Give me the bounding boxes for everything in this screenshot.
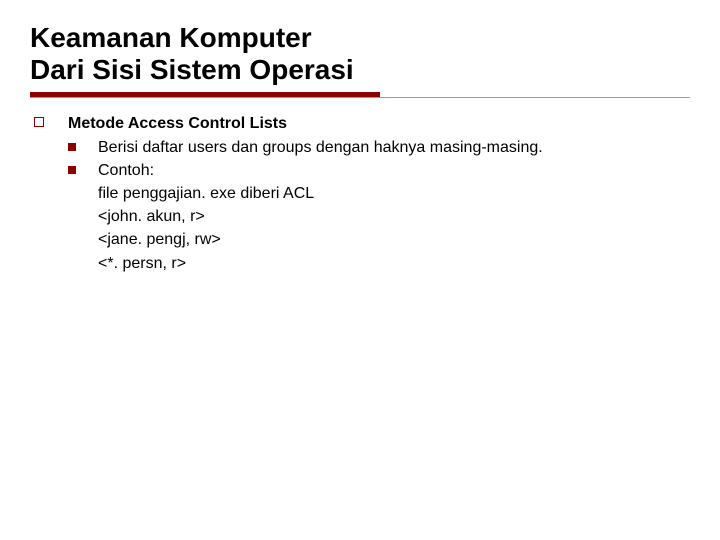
level1-heading: Metode Access Control Lists [68,112,287,135]
title-rule [30,92,690,98]
level2-item: Contoh: [68,159,690,182]
title-line-1: Keamanan Komputer [30,22,312,53]
level1-children: Berisi daftar users dan groups dengan ha… [34,136,690,275]
hollow-square-bullet-icon [34,117,44,127]
title-rule-light [30,97,690,98]
level2-continuation: file penggajian. exe diberi ACL <john. a… [68,182,690,275]
continuation-line: <john. akun, r> [98,205,690,228]
slide-title: Keamanan Komputer Dari Sisi Sistem Opera… [30,22,690,86]
title-line-2: Dari Sisi Sistem Operasi [30,54,354,85]
slide: Keamanan Komputer Dari Sisi Sistem Opera… [0,0,720,540]
solid-square-bullet-icon [68,166,76,174]
continuation-line: <*. persn, r> [98,252,690,275]
solid-square-bullet-icon [68,143,76,151]
level2-item: Berisi daftar users dan groups dengan ha… [68,136,690,159]
continuation-line: file penggajian. exe diberi ACL [98,182,690,205]
continuation-line: <jane. pengj, rw> [98,228,690,251]
level1-item: Metode Access Control Lists [34,112,690,135]
level2-text: Contoh: [98,159,154,182]
slide-body: Metode Access Control Lists Berisi dafta… [30,112,690,274]
level2-text: Berisi daftar users dan groups dengan ha… [98,136,543,159]
